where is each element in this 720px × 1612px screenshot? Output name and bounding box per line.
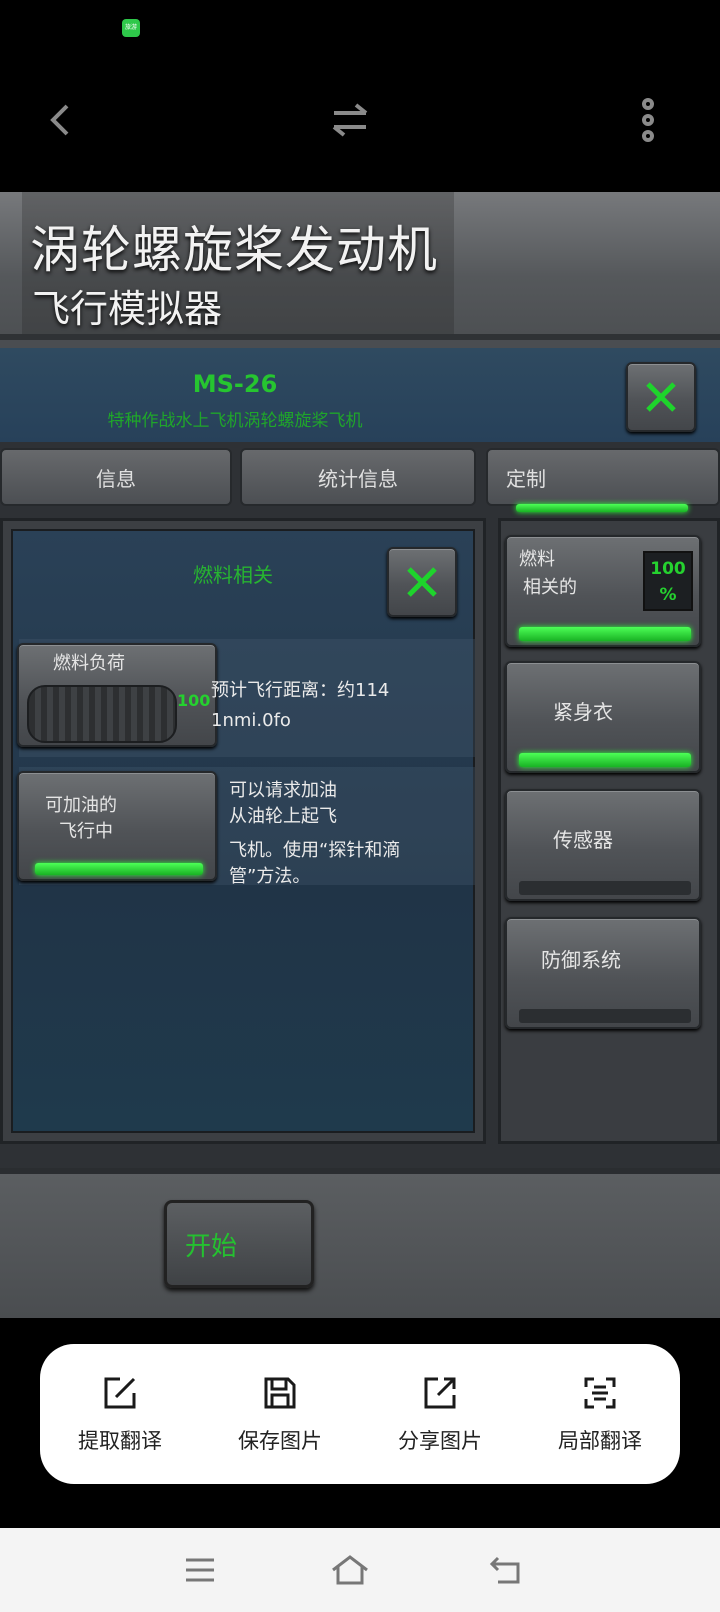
refuel-desc-3: 飞机。使用“探针和滴	[229, 840, 401, 861]
tab-customize[interactable]: 定制	[486, 448, 720, 506]
tab-info[interactable]: 信息	[0, 448, 232, 506]
start-button-label: 开始	[185, 1231, 238, 1262]
side-item-defense-indicator	[519, 1009, 691, 1023]
aircraft-description: 特种作战水上飞机涡轮螺旋桨飞机	[107, 411, 363, 431]
side-item-fuel-label-1: 燃料	[519, 549, 555, 570]
side-item-fuel-label-2: 相关的	[523, 577, 577, 598]
tab-customize-label: 定制	[506, 466, 546, 491]
customize-list: 燃料 相关的 100% 紧身衣 传感器 防御系统	[498, 518, 720, 1144]
game-title: 涡轮螺旋桨发动机	[30, 221, 438, 279]
refuel-indicator	[35, 863, 203, 875]
range-text-1: 预计飞行距离：约114	[211, 680, 390, 701]
top-bar	[0, 80, 720, 160]
tab-stats[interactable]: 统计信息	[240, 448, 476, 506]
refuel-desc-1: 可以请求加油	[229, 780, 337, 801]
side-item-sensor-indicator	[519, 881, 691, 895]
fuel-load-percent: 100	[177, 691, 211, 710]
game-screenshot: 涡轮螺旋桨发动机 飞行模拟器 MS-26 特种作战水上飞机涡轮螺旋桨飞机 信息 …	[0, 192, 720, 1318]
nav-back-button[interactable]	[466, 1540, 546, 1600]
close-icon	[407, 567, 437, 597]
share-image-button[interactable]: 分享图片	[360, 1344, 520, 1484]
nav-menu-button[interactable]	[160, 1540, 240, 1600]
close-icon	[646, 382, 676, 412]
game-subtitle: 飞行模拟器	[32, 287, 223, 331]
fuel-pane-inner: 燃料相关 燃料负荷 100 预计飞行距离：约114 1nmi.0fo 可加油的 …	[11, 529, 475, 1133]
extract-translate-button[interactable]: 提取翻译	[40, 1344, 200, 1484]
back-button[interactable]	[20, 80, 100, 160]
side-item-suit[interactable]: 紧身衣	[505, 661, 701, 773]
aircraft-panel: MS-26 特种作战水上飞机涡轮螺旋桨飞机 信息 统计信息 定制 燃料相关 燃料…	[0, 348, 720, 1168]
side-item-suit-label: 紧身衣	[553, 700, 613, 724]
nav-home-button[interactable]	[310, 1540, 390, 1600]
system-nav-bar	[0, 1528, 720, 1612]
side-item-defense-label: 防御系统	[541, 948, 621, 972]
app-notification-icon: 旅游	[122, 19, 140, 37]
refuel-label-1: 可加油的	[45, 795, 117, 816]
game-bottom-strip: 开始	[0, 1168, 720, 1318]
refuel-label-2: 飞行中	[59, 821, 113, 842]
side-item-fuel-percent-value: 100	[650, 559, 686, 579]
tab-customize-indicator	[516, 504, 688, 512]
refuel-desc-2: 从油轮上起飞	[229, 806, 337, 827]
range-text-2: 1nmi.0fo	[211, 710, 291, 731]
more-button[interactable]	[608, 80, 688, 160]
aircraft-header: MS-26 特种作战水上飞机涡轮螺旋桨飞机	[0, 348, 720, 442]
refuel-desc-4: 管”方法。	[229, 866, 311, 887]
home-icon	[332, 1555, 368, 1585]
share-image-label: 分享图片	[398, 1429, 482, 1453]
side-item-fuel[interactable]: 燃料 相关的 100%	[505, 535, 701, 647]
return-icon	[489, 1556, 520, 1584]
more-icon	[642, 98, 654, 142]
scan-icon	[584, 1377, 616, 1409]
side-item-suit-indicator	[519, 753, 691, 767]
save-image-button[interactable]: 保存图片	[200, 1344, 360, 1484]
side-item-fuel-percent-unit: %	[659, 585, 677, 605]
fuel-load-label: 燃料负荷	[53, 653, 125, 674]
swap-icon	[332, 103, 368, 137]
save-image-label: 保存图片	[238, 1429, 322, 1453]
side-item-defense[interactable]: 防御系统	[505, 917, 701, 1029]
partial-translate-label: 局部翻译	[558, 1429, 642, 1453]
save-icon	[264, 1377, 296, 1409]
fuel-load-slider[interactable]	[27, 685, 177, 743]
refuel-button[interactable]: 可加油的 飞行中	[17, 771, 217, 881]
edit-icon	[104, 1377, 136, 1409]
start-button[interactable]: 开始	[164, 1200, 314, 1288]
tab-info-label: 信息	[96, 466, 136, 491]
game-banner: 涡轮螺旋桨发动机 飞行模拟器	[0, 192, 720, 340]
close-section-button[interactable]	[387, 547, 457, 617]
extract-translate-label: 提取翻译	[78, 1429, 162, 1453]
side-item-sensor-label: 传感器	[553, 828, 613, 852]
tab-stats-label: 统计信息	[318, 466, 398, 491]
partial-translate-button[interactable]: 局部翻译	[520, 1344, 680, 1484]
menu-icon	[186, 1558, 214, 1582]
back-icon	[50, 104, 69, 136]
side-item-fuel-indicator	[519, 627, 691, 641]
side-item-fuel-percent: 100%	[643, 551, 693, 611]
aircraft-model: MS-26	[192, 370, 278, 398]
share-icon	[424, 1377, 456, 1409]
side-item-sensor[interactable]: 传感器	[505, 789, 701, 901]
action-card: 提取翻译 保存图片 分享图片 局部翻译	[40, 1344, 680, 1484]
swap-button[interactable]	[310, 80, 390, 160]
close-panel-button[interactable]	[626, 362, 696, 432]
fuel-pane: 燃料相关 燃料负荷 100 预计飞行距离：约114 1nmi.0fo 可加油的 …	[0, 518, 486, 1144]
